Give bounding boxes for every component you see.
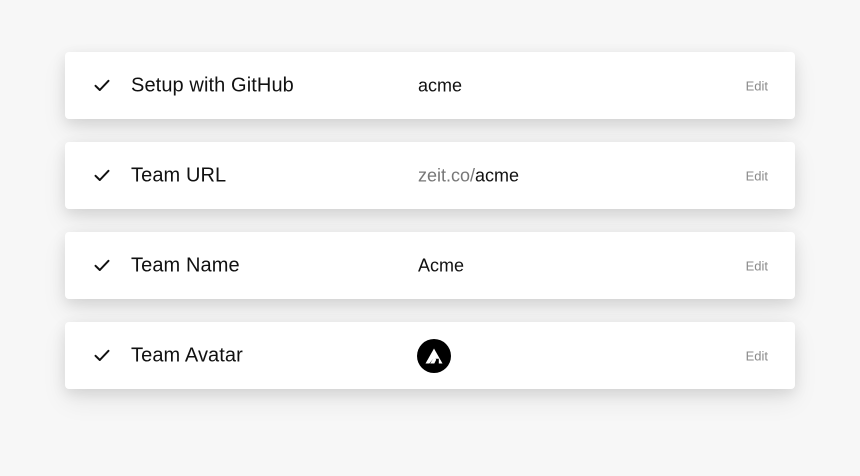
check-icon	[94, 168, 110, 184]
edit-link[interactable]: Edit	[746, 78, 768, 93]
check-icon	[94, 258, 110, 274]
step-row-team-url: Team URL zeit.co/acme Edit	[65, 142, 795, 209]
url-prefix: zeit.co/	[418, 165, 476, 185]
team-name-value: Acme	[418, 255, 465, 275]
step-value: zeit.co/acme	[418, 165, 519, 186]
setup-steps-list: Setup with GitHub acme Edit Team URL zei…	[65, 52, 795, 389]
step-value: Acme	[418, 255, 464, 276]
check-icon	[94, 348, 110, 364]
step-label: Team Avatar	[131, 344, 243, 366]
step-label: Setup with GitHub	[131, 74, 294, 96]
edit-link[interactable]: Edit	[746, 348, 768, 363]
step-row-team-avatar: Team Avatar Edit	[65, 322, 795, 389]
url-slug: acme	[475, 165, 520, 185]
edit-link[interactable]: Edit	[746, 168, 768, 183]
step-row-team-name: Team Name Acme Edit	[65, 232, 795, 299]
edit-link[interactable]: Edit	[746, 258, 768, 273]
step-value: acme	[418, 75, 462, 96]
step-label: Team URL	[131, 164, 227, 186]
team-avatar-logo-icon	[417, 338, 451, 373]
step-value	[417, 338, 451, 373]
check-icon	[94, 78, 110, 94]
github-team-value: acme	[418, 75, 463, 95]
step-label: Team Name	[131, 254, 240, 276]
step-row-github: Setup with GitHub acme Edit	[65, 52, 795, 119]
